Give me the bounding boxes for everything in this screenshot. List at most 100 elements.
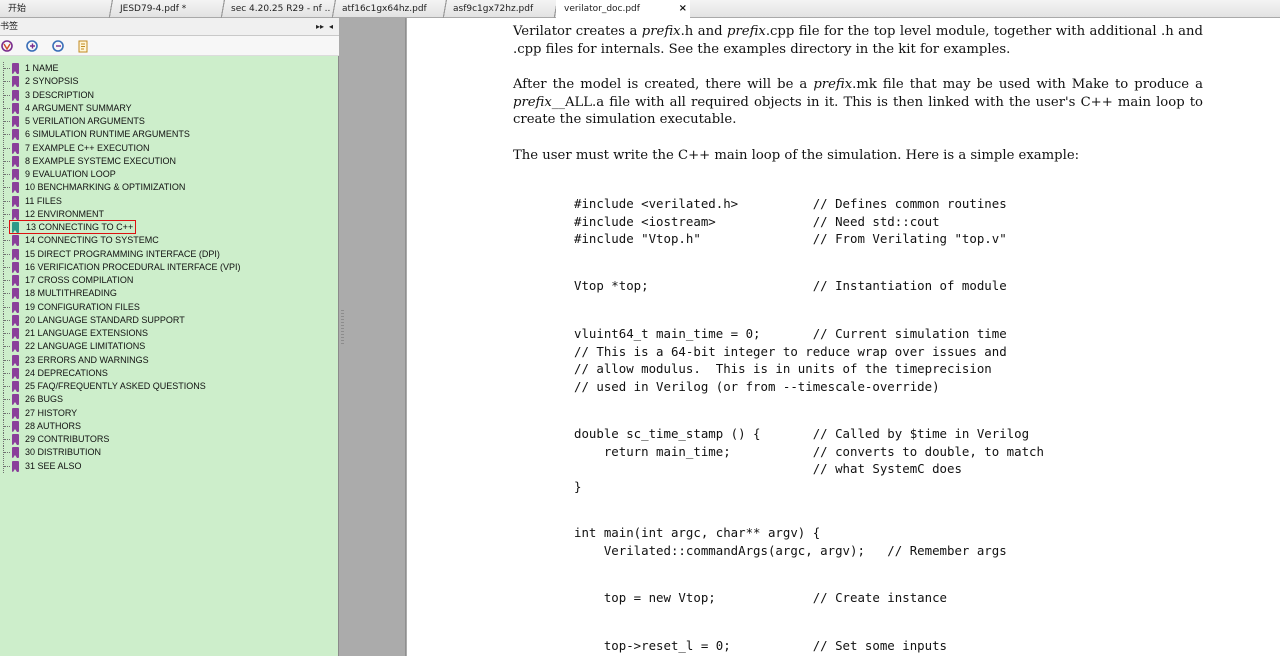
bookmark-icon [12, 195, 19, 207]
expand-bookmarks-icon[interactable] [26, 40, 39, 53]
add-bookmark-icon[interactable] [1, 40, 14, 53]
bookmark-item[interactable]: 18 MULTITHREADING [0, 287, 339, 301]
tab-start[interactable]: 开始 [0, 0, 106, 18]
code-line: vluint64_t main_time = 0; // Current sim… [574, 326, 1007, 341]
tree-line [3, 168, 11, 181]
bookmark-item[interactable]: 31 SEE ALSO [0, 459, 339, 473]
bookmark-icon [12, 354, 19, 366]
bookmark-icon [12, 275, 19, 286]
bookmark-item[interactable]: 21 LANGUAGE EXTENSIONS [0, 327, 339, 340]
bookmark-label: 12 ENVIRONMENT [25, 208, 105, 219]
bookmark-icon [12, 394, 19, 406]
bookmark-label: 4 ARGUMENT SUMMARY [25, 102, 132, 113]
bookmark-label: 13 CONNECTING TO C++ [9, 220, 137, 234]
bookmark-label: 25 FAQ/FREQUENTLY ASKED QUESTIONS [25, 381, 206, 391]
document-tab-bar: 开始 JESD79-4.pdf * sec 4.20.25 R29 - nf .… [0, 0, 1280, 18]
bookmark-item[interactable]: 23 ERRORS AND WARNINGS [0, 353, 339, 367]
bookmark-icon [12, 208, 19, 220]
bookmark-label: 2 SYNOPSIS [25, 76, 79, 87]
bookmarks-toolbar [0, 36, 339, 56]
bookmark-label: 19 CONFIGURATION FILES [25, 301, 140, 312]
bookmark-item[interactable]: 15 DIRECT PROGRAMMING INTERFACE (DPI) [0, 247, 339, 261]
bookmark-icon [12, 328, 19, 339]
tab-label: sec 4.20.25 R29 - nf ... [231, 4, 331, 14]
bookmark-label: 11 FILES [25, 195, 62, 206]
tab-asf9c1gx72hz[interactable]: asf9c1gx72hz.pdf [445, 0, 553, 18]
bookmark-label: 9 EVALUATION LOOP [25, 169, 116, 179]
code-line: return main_time; // converts to double,… [574, 443, 1044, 459]
code-line: #include <verilated.h> // Defines common… [574, 196, 1007, 211]
bookmark-item[interactable]: 12 ENVIRONMENT [0, 207, 339, 221]
bookmark-item[interactable]: 13 CONNECTING TO C++ [0, 220, 339, 234]
bookmark-item[interactable]: 4 ARGUMENT SUMMARY [0, 101, 339, 115]
tree-line [3, 340, 11, 354]
bookmark-item[interactable]: 7 EXAMPLE C++ EXECUTION [0, 141, 339, 155]
bookmark-item[interactable]: 26 BUGS [0, 393, 339, 407]
bookmark-item[interactable]: 19 CONFIGURATION FILES [0, 300, 339, 314]
tab-label: asf9c1gx72hz.pdf [453, 4, 534, 14]
code-line: // allow modulus. This is in units of th… [574, 361, 992, 376]
bookmark-label: 5 VERILATION ARGUMENTS [25, 116, 145, 126]
bookmark-item[interactable]: 6 SIMULATION RUNTIME ARGUMENTS [0, 128, 339, 142]
tree-line [3, 433, 11, 446]
bookmark-label: 22 LANGUAGE LIMITATIONS [25, 341, 146, 352]
bookmark-properties-icon[interactable] [77, 40, 90, 53]
bookmark-item[interactable]: 2 SYNOPSIS [0, 75, 339, 89]
bookmark-item[interactable]: 29 CONTRIBUTORS [0, 433, 339, 446]
tab-sec-4-20-25[interactable]: sec 4.20.25 R29 - nf ... [223, 0, 331, 18]
bookmark-item[interactable]: 10 BENCHMARKING & OPTIMIZATION [0, 181, 339, 195]
collapse-pane-icon[interactable]: ◂ [329, 18, 333, 36]
bookmark-label: 17 CROSS COMPILATION [25, 275, 134, 285]
tab-verilator-doc[interactable]: verilator_doc.pdf × [556, 0, 690, 18]
tab-jesd79[interactable]: JESD79-4.pdf * [112, 0, 220, 18]
bookmark-item[interactable]: 5 VERILATION ARGUMENTS [0, 115, 339, 128]
bookmark-item[interactable]: 1 NAME [0, 62, 339, 75]
code-line: Vtop *top; // Instantiation of module [574, 278, 1007, 293]
bookmark-item[interactable]: 30 DISTRIBUTION [0, 446, 339, 460]
bookmark-icon [12, 129, 19, 141]
tree-line [3, 62, 11, 75]
bookmarks-title: 书签 [0, 22, 19, 32]
code-line: Verilated::commandArgs(argc, argv); // R… [574, 543, 1007, 558]
bookmark-icon [12, 89, 19, 101]
tree-line [3, 327, 11, 340]
close-icon[interactable]: × [679, 0, 687, 18]
code-line: double sc_time_stamp () { // Called by $… [574, 426, 1030, 441]
bookmark-item[interactable]: 8 EXAMPLE SYSTEMC EXECUTION [0, 154, 339, 168]
bookmark-item[interactable]: 11 FILES [0, 194, 339, 208]
bookmark-item[interactable]: 14 CONNECTING TO SYSTEMC [0, 234, 339, 248]
code-line: } [574, 478, 582, 494]
tree-line [3, 207, 11, 221]
bookmark-label: 15 DIRECT PROGRAMMING INTERFACE (DPI) [25, 248, 220, 259]
tab-label: verilator_doc.pdf [564, 4, 640, 14]
bookmark-item[interactable]: 25 FAQ/FREQUENTLY ASKED QUESTIONS [0, 380, 339, 393]
bookmarks-pane: 书签 ▸▸ ◂ 1 NAME 2 SYNOPSIS 3 DESCRIPTION 4 A… [0, 18, 339, 656]
bookmark-item[interactable]: 9 EVALUATION LOOP [0, 168, 339, 181]
collapse-bookmarks-icon[interactable] [52, 40, 65, 53]
paragraph-model-files: Verilator creates a prefix.h and prefix.… [513, 24, 1203, 57]
tree-line [3, 406, 11, 420]
bookmark-item[interactable]: 24 DEPRECATIONS [0, 366, 339, 380]
bookmark-icon [12, 341, 19, 353]
expand-pane-icon[interactable]: ▸▸ [316, 18, 324, 36]
tree-line [3, 128, 11, 142]
splitter-grip[interactable] [341, 310, 344, 346]
bookmark-label: 28 AUTHORS [25, 420, 82, 431]
bookmark-label: 30 DISTRIBUTION [25, 447, 102, 458]
code-line: #include "Vtop.h" // From Verilating "to… [574, 231, 1007, 246]
tab-atf16c1gx64hz[interactable]: atf16c1gx64hz.pdf [334, 0, 442, 18]
tree-line [3, 101, 11, 115]
bookmark-icon [12, 367, 19, 379]
bookmark-item[interactable]: 3 DESCRIPTION [0, 88, 339, 102]
bookmark-item[interactable]: 27 HISTORY [0, 406, 339, 420]
pane-splitter[interactable] [340, 18, 406, 656]
code-line: // This is a 64-bit integer to reduce wr… [574, 343, 1007, 359]
bookmark-item[interactable]: 22 LANGUAGE LIMITATIONS [0, 340, 339, 354]
paragraph-main-loop: The user must write the C++ main loop of… [513, 148, 1080, 163]
bookmark-item[interactable]: 20 LANGUAGE STANDARD SUPPORT [0, 313, 339, 327]
bookmark-item[interactable]: 28 AUTHORS [0, 419, 339, 433]
bookmark-item[interactable]: 17 CROSS COMPILATION [0, 274, 339, 287]
tree-line [3, 353, 11, 367]
pdf-page: Verilator creates a prefix.h and prefix.… [407, 18, 1280, 656]
bookmark-item[interactable]: 16 VERIFICATION PROCEDURAL INTERFACE (VP… [0, 260, 339, 274]
